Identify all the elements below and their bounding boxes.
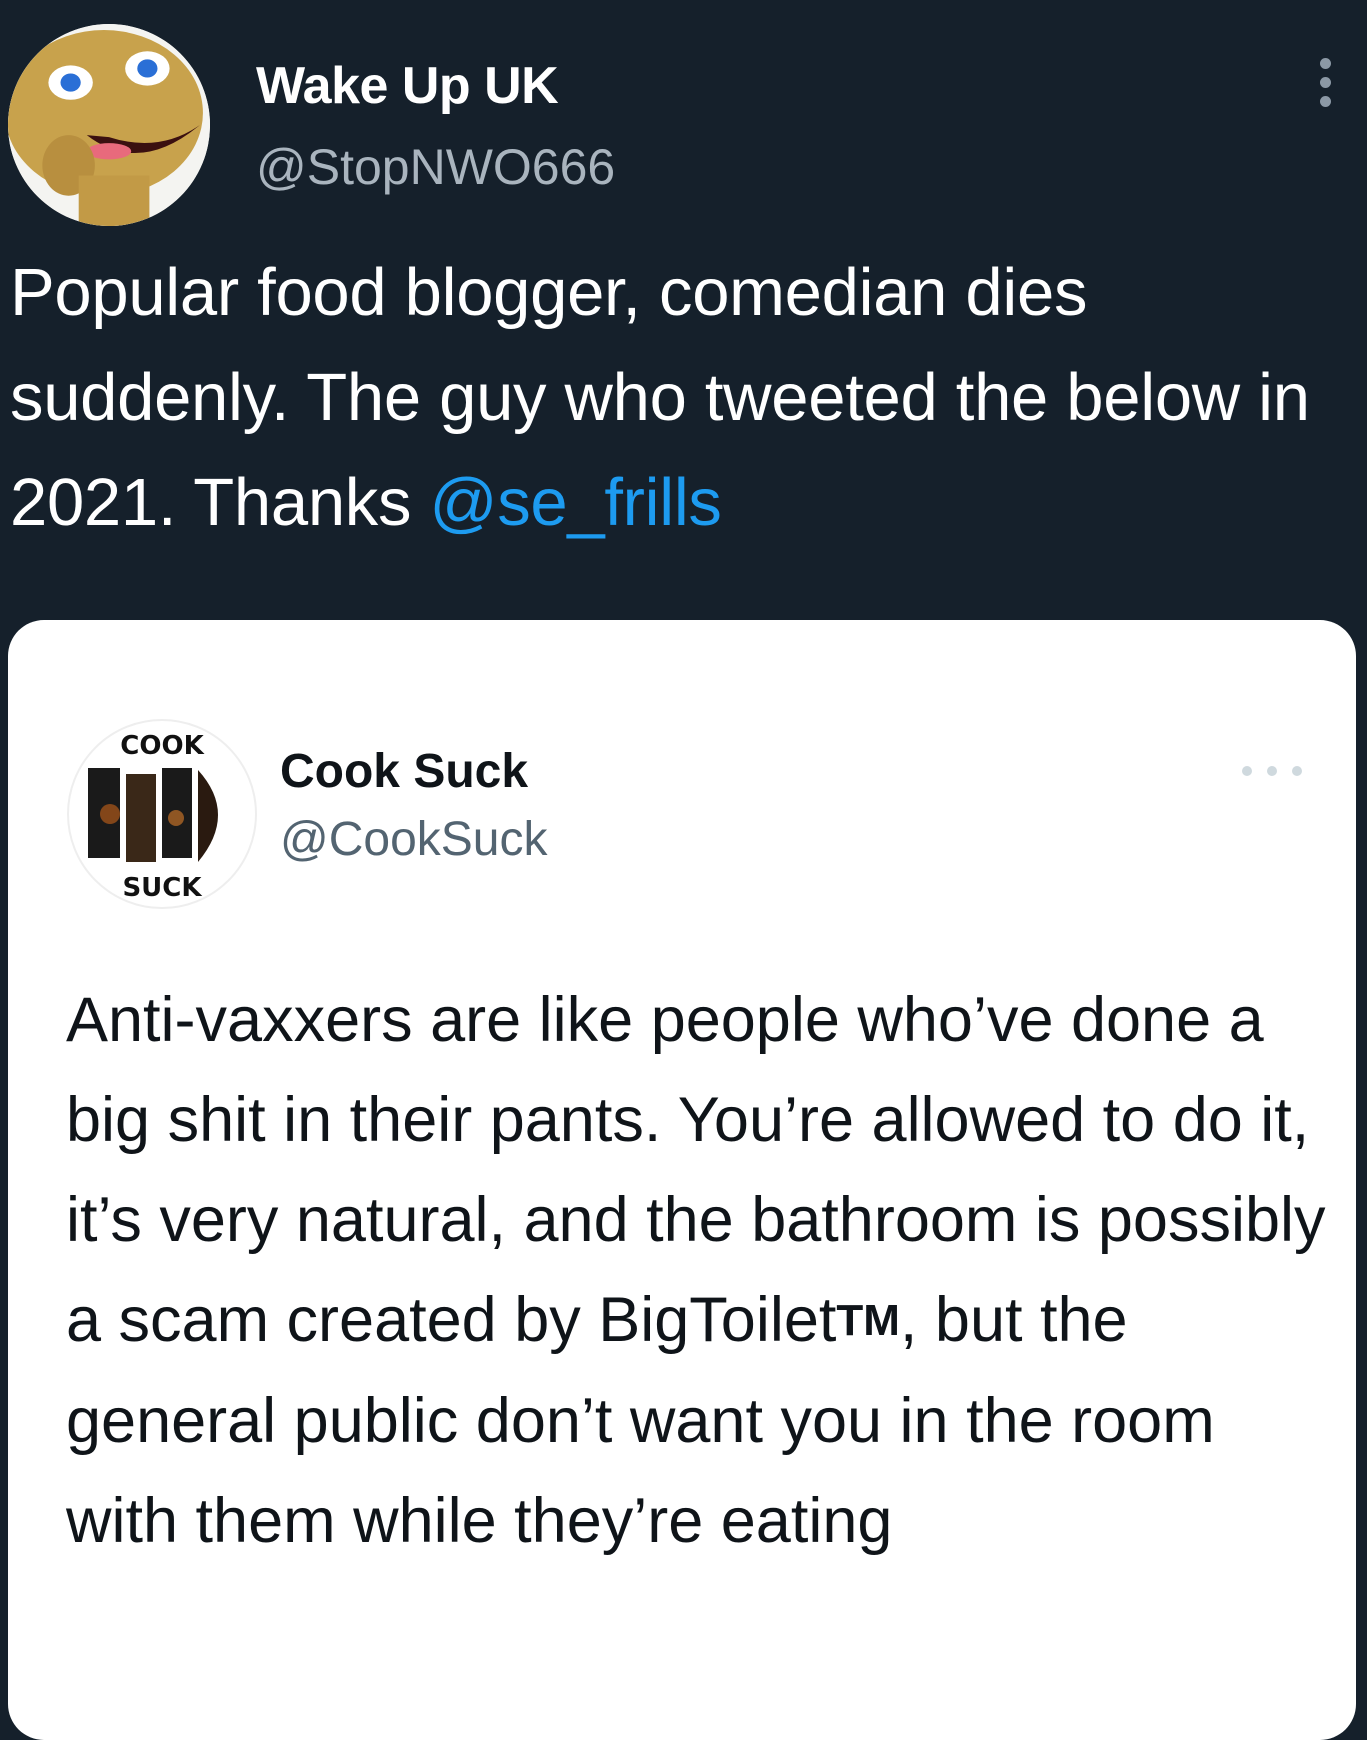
tweet-header: Wake Up UK @StopNWO666 (0, 0, 1367, 240)
more-vertical-icon[interactable] (1310, 58, 1340, 118)
cook-suck-logo-image: COOK SUCK (66, 718, 258, 910)
quoted-handle[interactable]: @CookSuck (280, 812, 548, 867)
tweet-text: Popular food blogger, comedian dies sudd… (10, 240, 1360, 555)
quoted-avatar[interactable]: COOK SUCK (66, 718, 258, 910)
mention-link[interactable]: @se_frills (430, 465, 722, 540)
display-name[interactable]: Wake Up UK (256, 56, 559, 116)
svg-text:COOK: COOK (120, 731, 204, 761)
more-horizontal-icon[interactable] (1242, 766, 1302, 780)
user-handle[interactable]: @StopNWO666 (256, 138, 615, 196)
quoted-tweet-text: Anti-vaxxers are like people who’ve done… (66, 970, 1336, 1571)
trademark-mark: TM (836, 1296, 900, 1345)
svg-text:SUCK: SUCK (122, 873, 202, 903)
quoted-display-name[interactable]: Cook Suck (280, 744, 528, 799)
puppet-avatar-image (8, 24, 210, 226)
quoted-tweet-card[interactable]: COOK SUCK Cook Suck @CookSuck Anti-vaxxe… (8, 620, 1356, 1740)
user-avatar[interactable] (8, 24, 210, 226)
quoted-text-part-1: Anti-vaxxers are like people who’ve done… (66, 985, 1326, 1355)
